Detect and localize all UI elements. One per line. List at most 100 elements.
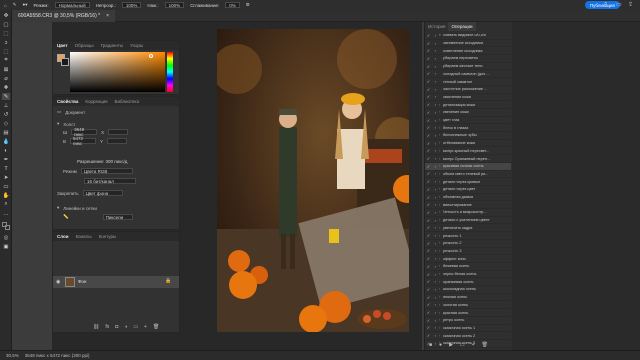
brush-tool-icon[interactable]: ✎ xyxy=(13,2,17,9)
width-input[interactable]: 3648 пикс xyxy=(71,127,98,137)
shape-tool-icon[interactable]: ▭ xyxy=(2,183,10,190)
checkmark-icon[interactable]: ✓ xyxy=(425,87,432,92)
checkmark-icon[interactable]: ✓ xyxy=(425,287,432,292)
dialog-toggle-icon[interactable]: ▫ xyxy=(432,171,439,176)
checkmark-icon[interactable]: ✓ xyxy=(425,195,432,200)
adjustment-icon[interactable]: ◑ xyxy=(124,324,127,330)
dialog-toggle-icon[interactable]: ▫ xyxy=(432,118,439,123)
dialog-toggle-icon[interactable]: ▫ xyxy=(432,195,439,200)
checkmark-icon[interactable]: ✓ xyxy=(425,187,432,192)
checkmark-icon[interactable]: ✓ xyxy=(425,310,432,315)
object-select-icon[interactable]: ⬚ xyxy=(2,48,10,55)
gradient-tool-icon[interactable]: ▤ xyxy=(2,129,10,136)
action-item[interactable]: ✓ ▫ › детали с усилением цвете xyxy=(425,217,511,225)
action-item[interactable]: ✓ ▫ ▾ сливать видимое u/u,o/o xyxy=(425,32,511,40)
checkmark-icon[interactable]: ✓ xyxy=(425,141,432,146)
dialog-toggle-icon[interactable]: ▫ xyxy=(432,187,439,192)
checkmark-icon[interactable]: ✓ xyxy=(425,94,432,99)
checkmark-icon[interactable]: ✓ xyxy=(425,148,432,153)
hue-slider[interactable] xyxy=(167,52,173,92)
stamp-tool-icon[interactable]: ⊥ xyxy=(2,102,10,109)
path-select-icon[interactable]: ➤ xyxy=(2,174,10,181)
action-item[interactable]: ✓ ▫ › резкость 3 xyxy=(425,248,511,256)
checkmark-icon[interactable]: ✓ xyxy=(425,225,432,230)
tab-channels[interactable]: Каналы xyxy=(76,234,92,239)
tab-adjustments[interactable]: Коррекция xyxy=(85,99,107,104)
checkmark-icon[interactable]: ✓ xyxy=(425,248,432,253)
action-item[interactable]: ✓ ▫ › блеск в глазах xyxy=(425,124,511,133)
mask-icon[interactable]: ◘ xyxy=(115,324,118,330)
fill-select[interactable]: Цвет фона xyxy=(82,190,123,196)
history-brush-icon[interactable]: ↺ xyxy=(2,111,10,118)
dodge-tool-icon[interactable]: ◐ xyxy=(2,147,10,154)
checkmark-icon[interactable]: ✓ xyxy=(425,295,432,300)
dialog-toggle-icon[interactable]: ▫ xyxy=(432,102,439,107)
eraser-tool-icon[interactable]: ◇ xyxy=(2,120,10,127)
dialog-toggle-icon[interactable]: ▫ xyxy=(432,179,439,184)
background-swatch[interactable] xyxy=(61,58,69,66)
pen-tool-icon[interactable]: ✒ xyxy=(2,156,10,163)
dialog-toggle-icon[interactable]: ▫ xyxy=(432,218,439,223)
smoothing-input[interactable]: 0% xyxy=(225,2,240,8)
action-item[interactable]: ✓ ▫ › бежевая осень xyxy=(425,263,511,271)
action-item[interactable]: ✓ ▫ холодный саммтон (для ... xyxy=(425,71,511,79)
action-item[interactable]: ✓ ▫ › минус Оранжевый переп... xyxy=(425,155,511,163)
dialog-toggle-icon[interactable]: ▫ xyxy=(432,264,439,269)
gear-icon[interactable]: ⚙ xyxy=(246,2,250,9)
checkmark-icon[interactable]: ✓ xyxy=(425,333,432,338)
move-tool-icon[interactable]: ✥ xyxy=(2,12,10,19)
units-select[interactable]: Пиксели xyxy=(102,214,133,220)
home-icon[interactable]: ⌂ xyxy=(4,2,7,9)
dialog-toggle-icon[interactable]: ▫ xyxy=(432,318,439,323)
checkmark-icon[interactable]: ✓ xyxy=(425,64,432,69)
action-item[interactable]: ✓ ▫ › детализация кожи xyxy=(425,101,511,109)
opacity-input[interactable]: 100% xyxy=(121,2,142,8)
action-item[interactable]: ✓ ▫ › цвет глаз xyxy=(425,117,511,125)
action-item[interactable]: ✓ ▫ › детали через цвет xyxy=(425,186,511,194)
checkmark-icon[interactable]: ✓ xyxy=(425,33,432,38)
action-item[interactable]: ✓ ▫ › минус красный пересвет... xyxy=(425,148,511,156)
dialog-toggle-icon[interactable]: ▫ xyxy=(432,56,439,61)
document-image[interactable] xyxy=(217,29,409,332)
checkmark-icon[interactable]: ✓ xyxy=(425,171,432,176)
dialog-toggle-icon[interactable]: ▫ xyxy=(432,125,439,130)
dialog-toggle-icon[interactable]: ▫ xyxy=(432,64,439,69)
crop-tool-icon[interactable]: ⌗ xyxy=(2,57,10,64)
color-picker-handle[interactable] xyxy=(149,54,153,58)
checkmark-icon[interactable]: ✓ xyxy=(425,125,432,130)
close-icon[interactable]: × xyxy=(106,13,109,19)
checkmark-icon[interactable]: ✓ xyxy=(425,102,432,107)
action-item[interactable]: ✓ ▫ › ретро осень xyxy=(425,317,511,325)
action-item[interactable]: ✓ ▫ убираем пересветы xyxy=(425,55,511,63)
action-item[interactable]: ✓ ▫ частотное разложение ... xyxy=(425,86,511,94)
action-item[interactable]: ✓ ▫ › отбеливание кожи xyxy=(425,140,511,148)
tab-properties[interactable]: Свойства xyxy=(57,99,78,104)
action-item[interactable]: ✓ ▫ › объемная дымка xyxy=(425,194,511,202)
brush-size-dropdown[interactable]: ●▾ xyxy=(23,2,28,9)
action-item[interactable]: ✓ ▫ › увеличить кадра xyxy=(425,225,511,233)
dialog-toggle-icon[interactable]: ▫ xyxy=(432,156,439,161)
checkmark-icon[interactable]: ✓ xyxy=(425,133,432,138)
dialog-toggle-icon[interactable]: ▫ xyxy=(432,87,439,92)
flow-input[interactable]: 100% xyxy=(164,2,185,8)
mode-select[interactable]: Нормальный xyxy=(54,2,90,8)
dialog-toggle-icon[interactable]: ▫ xyxy=(432,164,439,169)
background-color-swatch[interactable] xyxy=(5,225,10,230)
action-item[interactable]: ✓ ▫ › резкость 2 xyxy=(425,240,511,248)
dialog-toggle-icon[interactable]: ▫ xyxy=(432,287,439,292)
action-item[interactable]: ✓ ▫ смягчение кожи xyxy=(425,94,511,102)
dialog-toggle-icon[interactable]: ▫ xyxy=(432,225,439,230)
dialog-toggle-icon[interactable]: ▫ xyxy=(432,202,439,207)
play-icon[interactable]: ▶ xyxy=(449,342,453,348)
dialog-toggle-icon[interactable]: ▫ xyxy=(432,241,439,246)
action-item[interactable]: ✓ ▫ › черно-белая осень xyxy=(425,271,511,279)
action-item[interactable]: ✓ ▫ убираем жесткие тени xyxy=(425,63,511,71)
checkmark-icon[interactable]: ✓ xyxy=(425,279,432,284)
dialog-toggle-icon[interactable]: ▫ xyxy=(432,110,439,115)
layer-row[interactable]: ◉ Фон 🔒 xyxy=(53,276,179,288)
zoom-tool-icon[interactable]: ⌕ xyxy=(2,201,10,208)
add-action-icon[interactable]: + xyxy=(472,342,475,348)
action-item[interactable]: ✓ ▫ › обьем свето теневой ри... xyxy=(425,171,511,179)
publish-button[interactable]: Публикация xyxy=(584,1,620,9)
hand-tool-icon[interactable]: ✋ xyxy=(2,192,10,199)
